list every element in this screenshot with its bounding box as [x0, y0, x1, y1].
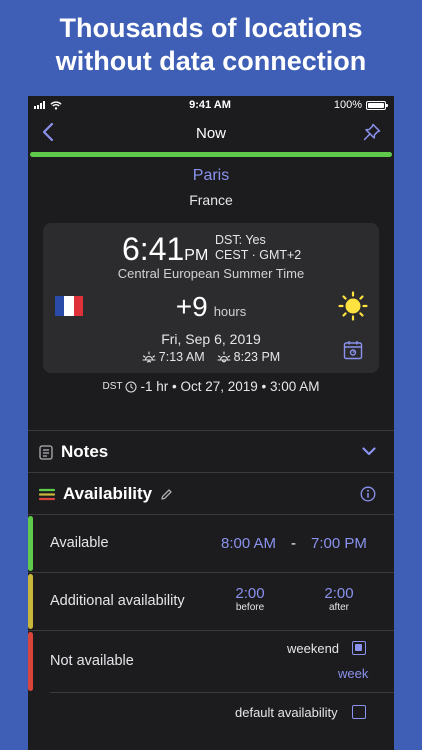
am-pm: PM: [184, 247, 209, 264]
not-available-label: Not available: [50, 653, 134, 669]
status-bar: 9:41 AM 100%: [28, 96, 394, 114]
notes-icon: [39, 444, 53, 460]
sunrise-time: 7:13 AM: [158, 350, 205, 364]
info-icon[interactable]: [360, 486, 376, 502]
after-label: after: [328, 602, 349, 613]
dst-info: DST: Yes CEST · GMT+2: [215, 233, 301, 263]
back-button[interactable]: [36, 120, 60, 144]
offset-unit: hours: [213, 304, 247, 319]
default-availability-checkbox[interactable]: [352, 705, 366, 719]
sun-times: 7:13 AM 8:23 PM: [43, 350, 379, 364]
status-indicator-bar: [30, 152, 392, 157]
country-name: France: [189, 192, 233, 208]
dst-change-text: -1 hr • Oct 27, 2019 • 3:00 AM: [140, 379, 320, 394]
wifi-icon: [50, 100, 62, 110]
available-color-stripe: [28, 516, 33, 571]
notes-section[interactable]: Notes: [28, 430, 394, 472]
not-available-row: Not available weekend week: [28, 630, 394, 692]
time-separator: -: [291, 535, 296, 552]
status-time: 9:41 AM: [189, 99, 231, 111]
battery-icon: [366, 100, 388, 110]
signal-icon: [34, 101, 45, 109]
timezone-name: Central European Summer Time: [117, 266, 305, 281]
sunrise-icon: [142, 351, 156, 363]
headline-line-1: Thousands of locations: [59, 13, 363, 43]
available-row: Available 8:00 AM - 7:00 PM: [28, 514, 394, 572]
sun-icon: [338, 291, 368, 321]
additional-color-stripe: [28, 574, 33, 629]
availability-title: Availability: [63, 484, 153, 503]
dst-status: DST: Yes: [215, 233, 266, 247]
additional-availability-label: Additional availability: [50, 593, 185, 609]
availability-icon: [39, 488, 55, 500]
time-card: 6:41PM DST: Yes CEST · GMT+2 Central Eur…: [43, 223, 379, 373]
available-from-time[interactable]: 8:00 AM: [221, 535, 276, 552]
promo-headline: Thousands of locations without data conn…: [0, 12, 422, 78]
before-time: 2:00: [235, 585, 265, 602]
sunset-time: 8:23 PM: [233, 350, 281, 364]
pin-icon: [363, 123, 381, 141]
clock-icon: [125, 381, 137, 392]
phone-screen: 9:41 AM 100% Now Paris France 6:41PM DST…: [28, 96, 394, 750]
week-option[interactable]: week: [338, 666, 368, 681]
time-offset: +9 hours: [43, 291, 379, 323]
nav-bar: Now: [28, 114, 394, 152]
before-stepper[interactable]: 2:00 before: [228, 585, 272, 613]
chevron-left-icon: [42, 123, 54, 141]
dst-change-info: DST -1 hr • Oct 27, 2019 • 3:00 AM: [28, 379, 394, 394]
notes-title: Notes: [61, 442, 109, 461]
headline-line-2: without data connection: [55, 46, 367, 76]
weekend-checkbox[interactable]: [352, 641, 366, 655]
chevron-down-icon[interactable]: [362, 447, 376, 456]
city-name[interactable]: Paris: [28, 166, 394, 186]
current-date: Fri, Sep 6, 2019: [161, 331, 261, 347]
nav-title: Now: [195, 124, 226, 142]
after-stepper[interactable]: 2:00 after: [317, 585, 361, 613]
timezone-short: CEST · GMT+2: [215, 248, 302, 262]
pin-button[interactable]: [360, 120, 384, 144]
dst-prefix: DST: [102, 381, 123, 392]
before-label: before: [235, 602, 265, 613]
default-availability-label: default availability: [235, 705, 338, 720]
available-to-time[interactable]: 7:00 PM: [311, 535, 367, 552]
available-label: Available: [50, 535, 109, 551]
offset-value: +9: [175, 291, 208, 322]
sunset-icon: [217, 351, 231, 363]
calendar-icon[interactable]: [343, 340, 363, 360]
after-time: 2:00: [324, 585, 354, 602]
not-available-color-stripe: [28, 632, 33, 691]
default-availability-row: default availability: [50, 692, 394, 730]
additional-availability-row: Additional availability 2:00 before 2:00…: [28, 572, 394, 630]
availability-section: Availability: [28, 472, 394, 514]
weekend-label: weekend: [287, 641, 340, 656]
edit-pencil-icon[interactable]: [160, 488, 173, 501]
battery-percent: 100%: [333, 99, 362, 111]
